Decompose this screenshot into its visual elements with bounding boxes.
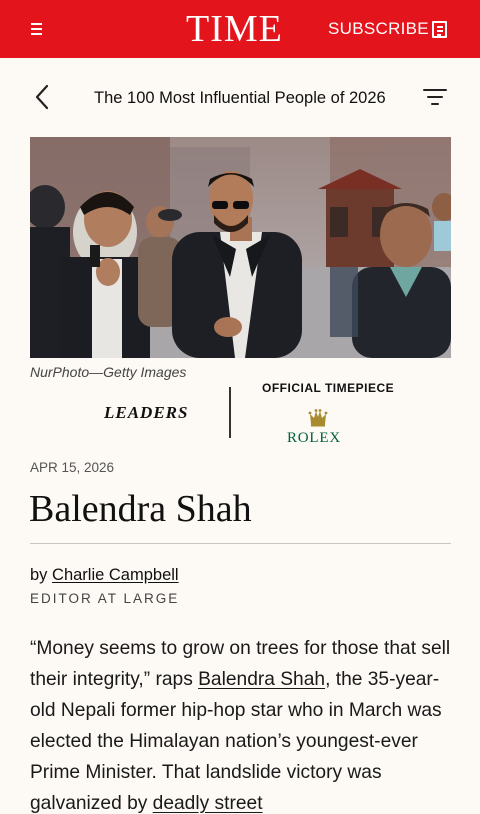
balendra-shah-link[interactable]: Balendra Shah	[198, 669, 325, 690]
deadly-street-link[interactable]: deadly street	[153, 793, 263, 814]
newspaper-icon[interactable]	[432, 21, 447, 38]
filter-lines-icon[interactable]	[422, 86, 448, 108]
article-date: APR 15, 2026	[30, 460, 115, 475]
author-role: EDITOR AT LARGE	[30, 591, 180, 606]
sponsor-timepiece-label: OFFICIAL TIMEPIECE	[262, 381, 395, 395]
top-bar: TIME SUBSCRIBE	[0, 0, 480, 58]
photo-credit: NurPhoto—Getty Images	[30, 364, 187, 380]
byline: by Charlie Campbell	[30, 565, 179, 585]
author-link[interactable]: Charlie Campbell	[52, 566, 179, 584]
article-paragraph: “Money seems to grow on trees for those …	[30, 633, 458, 814]
category-label[interactable]: LEADERS	[104, 403, 188, 423]
sponsor-divider	[229, 387, 231, 438]
byline-prefix: by	[30, 566, 48, 584]
rolex-logo[interactable]: ROLEX	[287, 430, 341, 447]
list-title[interactable]: The 100 Most Influential People of 2026	[94, 87, 386, 109]
hamburger-menu-icon[interactable]	[26, 19, 48, 39]
time-logo[interactable]: TIME	[186, 6, 283, 52]
headline-divider	[30, 543, 451, 544]
hero-photo	[30, 137, 451, 358]
chevron-left-icon[interactable]	[30, 84, 54, 110]
subscribe-button[interactable]: SUBSCRIBE	[328, 19, 429, 39]
article-headline: Balendra Shah	[29, 488, 252, 530]
